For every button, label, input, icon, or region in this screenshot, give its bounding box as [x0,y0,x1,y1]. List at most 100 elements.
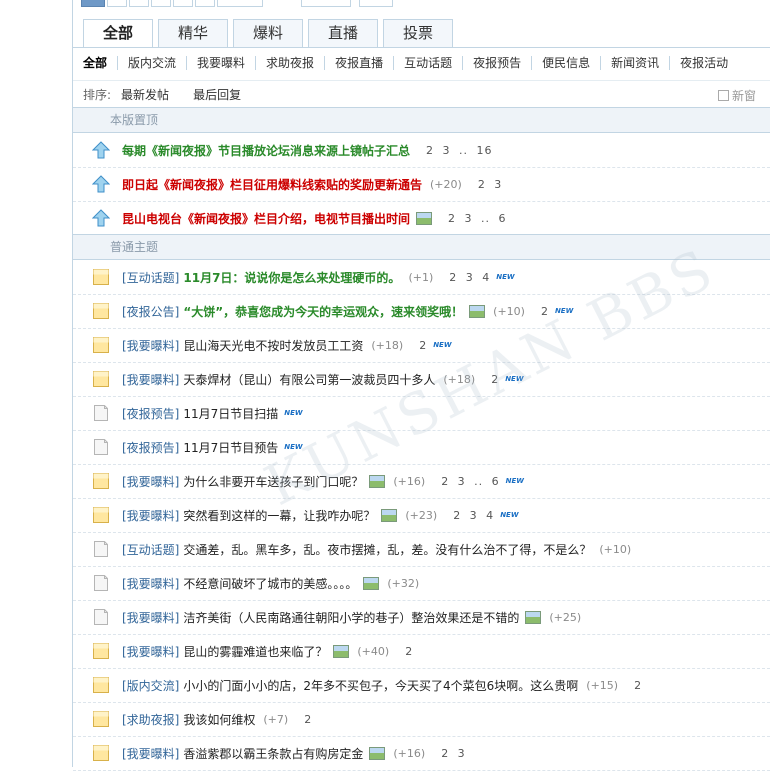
thread-pages[interactable]: 2 3 [441,747,466,760]
category-events[interactable]: 夜报活动 [669,56,738,70]
thread-title[interactable]: 交通差，乱。黑车多，乱。夜市摆摊，乱，差。没有什么治不了得，不是么？ [183,541,591,558]
thread-row[interactable]: 昆山电视台《新闻夜报》栏目介绍，电视节目播出时间 2 3 .. 6 [73,201,770,236]
tab-vote[interactable]: 投票 [383,19,453,47]
reply-count: (+25) [549,610,582,624]
thread-title[interactable]: 11月7日节目扫描 [183,405,278,422]
thread-row[interactable]: [我要曝料] 香溢紫郡以霸王条款占有购房定金 (+16) 2 3 [73,736,770,771]
pager-item[interactable] [151,0,171,7]
thread-title[interactable]: “大饼”，恭喜您成为今天的幸运观众，速来领奖哦！ [183,303,463,320]
thread-title[interactable]: 每期《新闻夜报》节目播放论坛消息来源上镜帖子汇总 [122,142,410,159]
thread-pages[interactable]: 2 3 .. 16 [426,144,492,157]
category-scoop[interactable]: 我要曝料 [186,56,255,70]
pager-item[interactable] [173,0,193,7]
thread-pages[interactable]: 2 [304,713,312,726]
tab-digest[interactable]: 精华 [158,19,228,47]
category-help[interactable]: 求助夜报 [255,56,324,70]
category-live[interactable]: 夜报直播 [324,56,393,70]
sort-newest[interactable]: 最新发帖 [121,86,169,103]
category-news[interactable]: 新闻资讯 [600,56,669,70]
thread-title[interactable]: 昆山的雾霾难道也来临了？ [183,643,327,660]
sort-last-reply[interactable]: 最后回复 [193,86,241,103]
thread-pages[interactable]: 2 [419,339,427,352]
reply-count: (+16) [393,746,426,760]
thread-title[interactable]: 为什么非要开车送孩子到门口呢？ [183,473,363,490]
tab-all[interactable]: 全部 [83,19,153,48]
thread-row[interactable]: 每期《新闻夜报》节目播放论坛消息来源上镜帖子汇总 2 3 .. 16 [73,133,770,168]
thread-pages[interactable]: 2 [634,679,642,692]
thread-title[interactable]: 我该如何维权 [183,711,255,728]
thread-row[interactable]: [我要曝料] 天泰焊材（昆山）有限公司第一波裁员四十多人 (+18) 2 NEW [73,362,770,397]
thread-category-tag[interactable]: [我要曝料] [122,575,179,592]
thread-category-tag[interactable]: [我要曝料] [122,507,179,524]
pager-item[interactable] [129,0,149,7]
thread-pages[interactable]: 2 [541,305,549,318]
new-badge: NEW [554,307,574,315]
thread-row[interactable]: [夜报预告] 11月7日节目预告 NEW [73,430,770,465]
category-all[interactable]: 全部 [73,56,117,70]
thread-row[interactable]: [互动话题] 11月7日：说说你是怎么来处理硬币的。 (+1) 2 3 4 NEW [73,260,770,295]
thread-category-tag[interactable]: [我要曝料] [122,337,179,354]
thread-row[interactable]: [我要曝料] 为什么非要开车送孩子到门口呢？ (+16) 2 3 .. 6 NEW [73,464,770,499]
thread-category-tag[interactable]: [夜报预告] [122,405,179,422]
pager-input[interactable] [301,0,351,7]
thread-category-tag[interactable]: [互动话题] [122,269,179,286]
thread-category-tag[interactable]: [我要曝料] [122,745,179,762]
thread-row[interactable]: 即日起《新闻夜报》栏目征用爆料线索贴的奖励更新通告 (+20) 2 3 [73,167,770,202]
thread-title[interactable]: 11月7日：说说你是怎么来处理硬币的。 [183,269,400,286]
thread-title[interactable]: 小小的门面小小的店，2年多不买包子，今天买了4个菜包6块啊。这么贵啊 [183,677,578,694]
pager-item[interactable] [195,0,215,7]
thread-row[interactable]: [我要曝料] 洁齐美街（人民南路通往朝阳小学的巷子）整治效果还是不错的 (+25) [73,600,770,635]
thread-title[interactable]: 即日起《新闻夜报》栏目征用爆料线索贴的奖励更新通告 [122,176,422,193]
thread-title[interactable]: 昆山海天光电不按时发放员工工资 [183,337,363,354]
tab-live[interactable]: 直播 [308,19,378,47]
thread-pages[interactable]: 2 [405,645,413,658]
thread-category-tag[interactable]: [我要曝料] [122,473,179,490]
thread-row[interactable]: [求助夜报] 我该如何维权 (+7) 2 [73,702,770,737]
tab-scoop[interactable]: 爆料 [233,19,303,47]
thread-category-tag[interactable]: [夜报预告] [122,439,179,456]
thread-row[interactable]: [互动话题] 交通差，乱。黑车多，乱。夜市摆摊，乱，差。没有什么治不了得，不是么？… [73,532,770,567]
pager-item[interactable] [81,0,105,7]
thread-row[interactable]: [夜报公告] “大饼”，恭喜您成为今天的幸运观众，速来领奖哦！ (+10) 2 NEW [73,294,770,329]
thread-category-tag[interactable]: [互动话题] [122,541,179,558]
category-service[interactable]: 便民信息 [531,56,600,70]
thread-title[interactable]: 香溢紫郡以霸王条款占有购房定金 [183,745,363,762]
thread-title[interactable]: 11月7日节目预告 [183,439,278,456]
thread-row[interactable]: [我要曝料] 突然看到这样的一幕，让我咋办呢？ (+23) 2 3 4 NEW [73,498,770,533]
thread-pages[interactable]: 2 3 4 [453,509,494,522]
thread-category-tag[interactable]: [求助夜报] [122,711,179,728]
thread-category-tag[interactable]: [版内交流] [122,677,179,694]
pager-item[interactable] [217,0,263,7]
thread-category-tag[interactable]: [我要曝料] [122,643,179,660]
category-exchange[interactable]: 版内交流 [117,56,186,70]
thread-pages[interactable]: 2 3 [478,178,503,191]
thread-title[interactable]: 昆山电视台《新闻夜报》栏目介绍，电视节目播出时间 [122,210,410,227]
thread-category-tag[interactable]: [我要曝料] [122,371,179,388]
new-window-toggle[interactable]: 新窗 [717,87,756,104]
category-preview[interactable]: 夜报预告 [462,56,531,70]
reply-count: (+18) [443,372,476,386]
thread-pages[interactable]: 2 3 4 [449,271,490,284]
new-badge: NEW [433,341,452,349]
thread-title[interactable]: 突然看到这样的一幕，让我咋办呢？ [183,507,375,524]
reply-count: (+23) [405,508,438,522]
thread-row[interactable]: [版内交流] 小小的门面小小的店，2年多不买包子，今天买了4个菜包6块啊。这么贵啊… [73,668,770,703]
thread-row[interactable]: [我要曝料] 昆山的雾霾难道也来临了？ (+40) 2 [73,634,770,669]
thread-title[interactable]: 不经意间破坏了城市的美感。。。。 [183,575,357,592]
pager-item[interactable] [107,0,127,7]
thread-row[interactable]: [我要曝料] 昆山海天光电不按时发放员工工资 (+18) 2 NEW [73,328,770,363]
thread-title[interactable]: 天泰焊材（昆山）有限公司第一波裁员四十多人 [183,371,435,388]
thread-row[interactable]: [夜报预告] 11月7日节目扫描 NEW [73,396,770,431]
new-window-checkbox[interactable] [717,90,729,101]
folder-hot-icon [92,302,110,320]
thread-title[interactable]: 洁齐美街（人民南路通往朝阳小学的巷子）整治效果还是不错的 [183,609,519,626]
thread-pages[interactable]: 2 3 .. 6 [441,475,499,488]
thread-pages[interactable]: 2 [491,373,499,386]
thread-pages[interactable]: 2 3 .. 6 [448,212,506,225]
thread-category-tag[interactable]: [夜报公告] [122,303,179,320]
category-topic[interactable]: 互动话题 [393,56,462,70]
image-attachment-icon [363,576,380,590]
thread-category-tag[interactable]: [我要曝料] [122,609,179,626]
pager-go[interactable] [359,0,393,7]
thread-row[interactable]: [我要曝料] 不经意间破坏了城市的美感。。。。 (+32) [73,566,770,601]
